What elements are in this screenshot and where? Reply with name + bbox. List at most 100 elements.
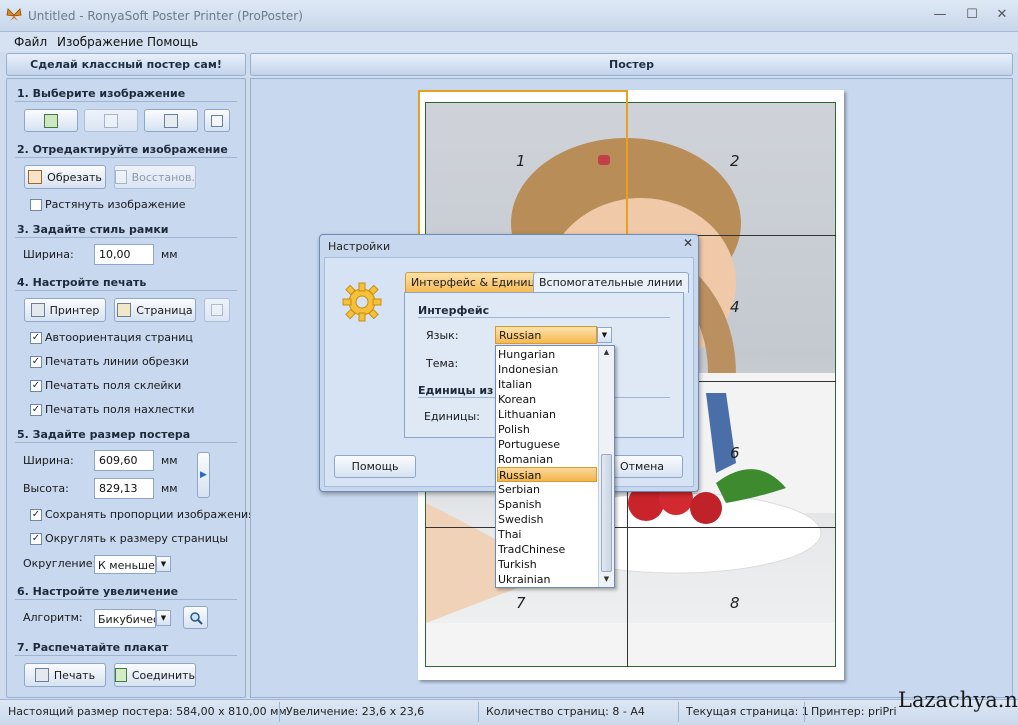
section-print-poster: 7. Распечатайте плакат [17, 641, 169, 654]
page-number: 4 [730, 298, 740, 316]
page-setup-icon [117, 303, 132, 317]
language-option[interactable]: Hungarian [497, 347, 597, 362]
overlap-label: Печатать поля нахлестки [45, 403, 195, 416]
language-option[interactable]: Lithuanian [497, 407, 597, 422]
language-option[interactable]: Thai [497, 527, 597, 542]
section-print-setup: 4. Настройте печать [17, 276, 147, 289]
settings-gear-icon [342, 282, 382, 322]
left-header: Сделай классный постер сам! [6, 53, 246, 76]
size-expand-button[interactable]: ▶ [197, 452, 210, 498]
crop-button[interactable]: Обрезать [24, 165, 106, 189]
rounding-dropdown-icon[interactable]: ▼ [156, 556, 171, 572]
page-setup-button[interactable]: Страница [114, 298, 196, 322]
poster-width-label: Ширина: [23, 454, 74, 467]
divider [15, 290, 237, 291]
crop-icon [28, 170, 43, 184]
paste-icon [104, 113, 118, 128]
stretch-label: Растянуть изображение [45, 198, 186, 211]
preview-zoom-button[interactable] [183, 606, 208, 629]
page-setup-label: Страница [136, 303, 193, 317]
overlap-checkbox[interactable]: ✓ [30, 404, 42, 416]
page-number: 8 [730, 594, 740, 612]
dropdown-scrollbar[interactable]: ▲ ▼ [598, 346, 614, 587]
crop-label: Обрезать [47, 170, 102, 184]
menu-image[interactable]: Изображение [57, 35, 143, 49]
status-separator [678, 702, 679, 722]
language-label: Язык: [426, 329, 459, 342]
printer-button[interactable]: Принтер [24, 298, 106, 322]
algorithm-select[interactable]: Бикубическ [94, 609, 156, 628]
language-option[interactable]: Swedish [497, 512, 597, 527]
tab-guide-lines[interactable]: Вспомогательные линии [533, 272, 689, 293]
frame-width-label: Ширина: [23, 248, 74, 261]
section-units: Единицы изм [418, 384, 494, 397]
status-printer: Принтер: priPrint [811, 705, 896, 718]
language-option[interactable]: Korean [497, 392, 597, 407]
keep-proportions-checkbox[interactable]: ✓ [30, 509, 42, 521]
poster-height-input[interactable]: 829,13 [94, 478, 154, 499]
poster-width-input[interactable]: 609,60 [94, 450, 154, 471]
help-button[interactable]: Помощь [334, 455, 416, 478]
page-divider [425, 527, 836, 528]
export-image-button[interactable] [204, 109, 230, 132]
language-option[interactable]: Indonesian [497, 362, 597, 377]
paste-image-button[interactable] [84, 109, 138, 132]
divider [15, 237, 237, 238]
maximize-button[interactable]: ☐ [962, 6, 982, 24]
language-option[interactable]: Turkish [497, 557, 597, 572]
stretch-checkbox[interactable] [30, 199, 42, 211]
join-icon [115, 668, 127, 682]
rounding-label: Округление: [23, 557, 97, 570]
status-pages: Количество страниц: 8 - A4 [486, 705, 645, 718]
close-button[interactable]: ✕ [992, 6, 1012, 24]
app-butterfly-icon [6, 8, 22, 21]
language-option[interactable]: Italian [497, 377, 597, 392]
language-option[interactable]: Russian [497, 467, 597, 482]
section-edit-image: 2. Отредактируйте изображение [17, 143, 228, 156]
round-page-checkbox[interactable]: ✓ [30, 533, 42, 545]
units-label: Единицы: [424, 410, 480, 423]
glue-checkbox[interactable]: ✓ [30, 380, 42, 392]
keep-proportions-label: Сохранять пропорции изображения [45, 508, 255, 521]
algorithm-dropdown-icon[interactable]: ▼ [156, 610, 171, 626]
menu-help[interactable]: Помощь [147, 35, 198, 49]
divider [15, 599, 237, 600]
tab-interface-units[interactable]: Интерфейс & Единицы [405, 272, 550, 293]
language-option[interactable]: Spanish [497, 497, 597, 512]
language-option[interactable]: Serbian [497, 482, 597, 497]
language-dropdown-icon[interactable]: ▼ [597, 327, 612, 343]
open-image-button[interactable] [24, 109, 78, 132]
minimize-button[interactable]: — [930, 6, 950, 24]
cutlines-checkbox[interactable]: ✓ [30, 356, 42, 368]
menu-file[interactable]: Файл [14, 35, 47, 49]
page-preview-button[interactable] [204, 298, 230, 322]
status-zoom: Увеличение: 23,6 x 23,6 [286, 705, 425, 718]
scan-image-button[interactable] [144, 109, 198, 132]
section-poster-size: 5. Задайте размер постера [17, 428, 191, 441]
cutlines-label: Печатать линии обрезки [45, 355, 189, 368]
restore-button[interactable]: Восстанов. [114, 165, 196, 189]
rounding-select[interactable]: К меньшем [94, 555, 156, 574]
scroll-down-icon[interactable]: ▼ [599, 573, 614, 585]
scroll-thumb[interactable] [601, 454, 612, 572]
autorient-checkbox[interactable]: ✓ [30, 332, 42, 344]
dialog-close-icon[interactable]: ✕ [681, 236, 695, 250]
divider [15, 157, 237, 158]
divider [15, 655, 237, 656]
language-option[interactable]: Ukrainian [497, 572, 597, 587]
language-options: Hungarian Indonesian Italian Korean Lithuani… [495, 347, 599, 587]
language-option[interactable]: Romanian [497, 452, 597, 467]
print-label: Печать [53, 668, 96, 682]
language-option[interactable]: TradChinese [497, 542, 597, 557]
external-link-icon [211, 114, 223, 127]
language-select[interactable]: Russian [495, 326, 597, 344]
page-number: 7 [516, 594, 526, 612]
magnifier-icon [189, 611, 203, 625]
language-option[interactable]: Polish [497, 422, 597, 437]
print-button[interactable]: Печать [24, 663, 106, 687]
language-option[interactable]: Portuguese [497, 437, 597, 452]
frame-width-input[interactable]: 10,00 [94, 244, 154, 265]
autorient-label: Автоориентация страниц [45, 331, 193, 344]
scroll-up-icon[interactable]: ▲ [599, 346, 614, 358]
join-button[interactable]: Соединить [114, 663, 196, 687]
